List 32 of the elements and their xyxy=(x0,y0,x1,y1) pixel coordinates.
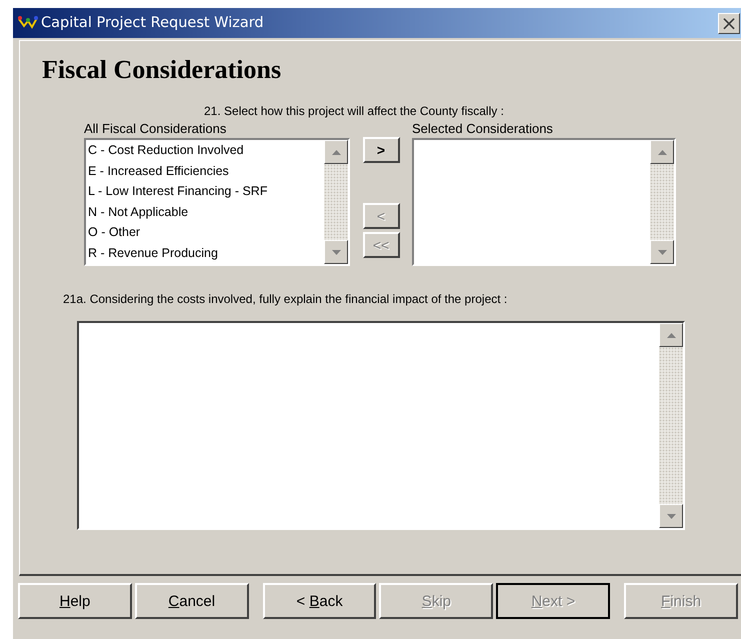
list-label: Selected Considerations xyxy=(412,121,553,136)
list-item[interactable]: E - Increased Efficiencies xyxy=(86,160,233,181)
dialog-button[interactable]: Help xyxy=(18,583,132,619)
dialog-button[interactable]: < Back xyxy=(262,583,376,619)
question-label: 21. Select how this project will affect the County fiscally : xyxy=(204,104,504,118)
scroll-up-button[interactable] xyxy=(659,323,683,347)
up-arrow-icon xyxy=(332,150,340,154)
page-heading: Fiscal Considerations xyxy=(42,55,282,85)
list-box[interactable] xyxy=(412,138,676,266)
close-button[interactable]: × xyxy=(718,12,740,34)
scroll-down-button[interactable] xyxy=(650,240,674,264)
up-arrow-icon xyxy=(666,332,676,338)
move-button[interactable]: > xyxy=(362,137,400,163)
scroll-up-button[interactable] xyxy=(324,140,348,164)
list-box[interactable]: C - Cost Reduction Involved E - Increased Efficiencies L - Low Interest Financing - SRF N - Not Applicable O - Other R - Revenue Producing xyxy=(84,138,350,266)
app-icon xyxy=(17,15,39,31)
down-arrow-icon xyxy=(332,250,340,254)
list-label: All Fiscal Considerations xyxy=(84,121,226,136)
list-item[interactable]: L - Low Interest Financing - SRF xyxy=(86,181,272,202)
down-arrow-icon xyxy=(658,250,666,254)
dialog-button[interactable]: Cancel xyxy=(134,583,249,619)
scroll-up-button[interactable] xyxy=(650,140,674,164)
scroll-down-button[interactable] xyxy=(659,504,683,528)
scroll-down-button[interactable] xyxy=(324,240,348,264)
up-arrow-icon xyxy=(658,150,666,154)
list-item[interactable]: O - Other xyxy=(86,222,144,242)
list-item[interactable]: C - Cost Reduction Involved xyxy=(86,140,248,160)
window-title: Capital Project Request Wizard xyxy=(41,15,265,31)
question-label: 21a. Considering the costs involved, fully explain the financial impact of the project : xyxy=(63,292,508,306)
list-item[interactable]: N - Not Applicable xyxy=(86,202,192,222)
list-item[interactable]: R - Revenue Producing xyxy=(86,242,222,263)
down-arrow-icon xyxy=(666,514,676,518)
